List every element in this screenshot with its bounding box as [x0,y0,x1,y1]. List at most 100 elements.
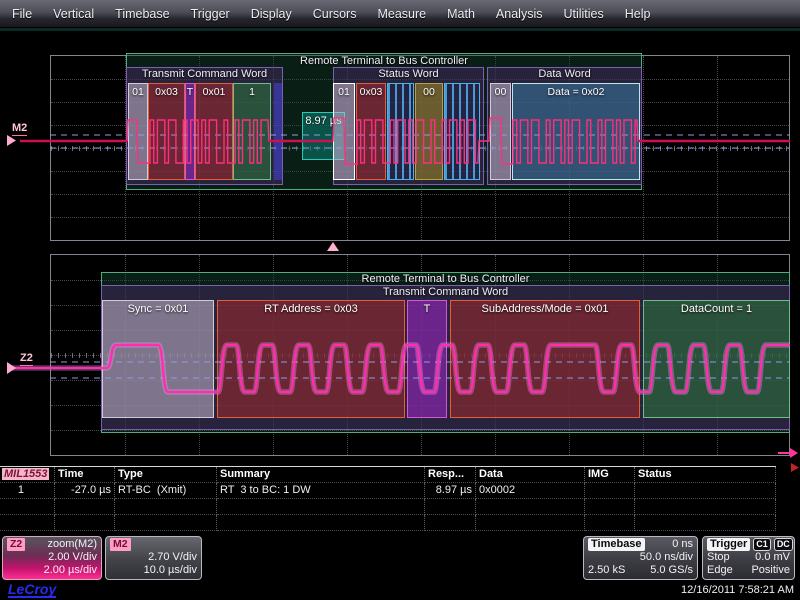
tx-rtaddress-field: 0x03 [148,83,185,180]
tx-tr-field: T [185,83,195,180]
menu-file[interactable]: File [12,7,32,21]
empty-cell [585,515,635,531]
tx-sync-field: 01 [128,83,148,180]
trigger-source-badge: C1 [753,538,771,551]
timebase-box[interactable]: Timebase 0 ns 50.0 ns/div 2.50 kS 5.0 GS… [583,536,698,580]
row1-status[interactable] [635,483,776,499]
zoom-datacount-field: DataCount = 1 [643,300,790,418]
m2-vdiv: 2.70 V/div [148,551,197,564]
lower-message-title: Remote Terminal to Bus Controller [101,273,790,285]
m2-tdiv: 10.0 µs/div [144,564,197,577]
m2-descriptor-box[interactable]: M2 2.70 V/div 10.0 µs/div [105,536,202,580]
table-protocol-header: MIL1553 [0,467,55,483]
empty-cell [0,515,55,531]
menu-bar: File Vertical Timebase Trigger Display C… [0,0,800,28]
z2-vdiv: 2.00 V/div [48,551,97,564]
empty-cell [115,499,217,515]
tx-datacount-field: 1 [233,83,271,180]
z2-tdiv: 2.00 µs/div [44,564,97,577]
timebase-samples: 2.50 kS [588,564,625,577]
zoom-rtaddress-field: RT Address = 0x03 [217,300,405,418]
upper-data-word-title: Data Word [487,68,642,80]
col-type: Type [115,467,217,483]
col-summary: Summary [217,467,425,483]
table-scroll-arrow [791,463,799,472]
row1-type[interactable]: RT-BC (Xmit) [115,483,217,499]
empty-cell [425,499,476,515]
z2-badge: Z2 [7,538,25,551]
tx-subaddress-field: 0x01 [195,83,233,180]
row1-index[interactable]: 1 [0,483,55,499]
trigger-slope: Positive [751,564,790,577]
trigger-kind: Edge [707,564,733,577]
trigger-mode: Stop [707,551,730,564]
m2-trace-label: M2 [12,122,27,136]
trigger-box[interactable]: Trigger C1 DC Stop 0.0 mV Edge Positive [702,536,795,580]
empty-cell [55,515,115,531]
empty-cell [635,499,776,515]
zoom-subaddress-field: SubAddress/Mode = 0x01 [450,300,640,418]
row1-resp[interactable]: 8.97 µs [425,483,476,499]
z2-trace-label: Z2 [20,352,33,366]
trigger-coupling-badge: DC [774,538,793,551]
timebase-delay: 0 ns [672,538,693,551]
upper-status-word-title: Status Word [333,68,484,80]
datetime-stamp: 12/16/2011 7:58:21 AM [681,584,794,596]
empty-cell [217,515,425,531]
menu-analysis[interactable]: Analysis [496,7,543,21]
col-resp: Resp... [425,467,476,483]
upper-tx-word-title: Transmit Command Word [126,68,283,80]
menu-cursors[interactable]: Cursors [313,7,357,21]
status-bits-field-a [387,83,414,180]
tx-end-marker [274,83,282,180]
z2-descriptor-box[interactable]: Z2 zoom(M2) 2.00 V/div 2.00 µs/div [2,536,102,580]
menu-utilities[interactable]: Utilities [563,7,603,21]
z2-source: zoom(M2) [47,538,97,551]
z2-position-marker [7,362,16,374]
col-time: Time [55,467,115,483]
trigger-level: 0.0 mV [755,551,790,564]
status-sync-field: 01 [333,83,355,180]
menu-timebase[interactable]: Timebase [115,7,169,21]
lower-word-title: Transmit Command Word [101,286,790,298]
trigger-title: Trigger [707,538,750,551]
empty-cell [585,499,635,515]
col-img: IMG [585,467,635,483]
col-data: Data [476,467,585,483]
trigger-position-marker[interactable] [327,242,339,251]
menu-vertical[interactable]: Vertical [53,7,94,21]
menu-measure[interactable]: Measure [377,7,426,21]
oscilloscope-screen: File Vertical Timebase Trigger Display C… [0,0,800,600]
status-bits-field-b [444,83,480,180]
menu-math[interactable]: Math [447,7,475,21]
menu-trigger[interactable]: Trigger [191,7,230,21]
timebase-rate: 5.0 GS/s [650,564,693,577]
menu-divider [0,28,800,31]
empty-cell [0,499,55,515]
m2-position-marker [7,135,16,146]
empty-cell [476,499,585,515]
data-sync-field: 00 [490,83,511,180]
m2-badge: M2 [110,538,131,551]
protocol-badge[interactable]: MIL1553 [2,468,49,480]
zoom-tr-field: T [407,300,447,418]
timebase-title: Timebase [588,538,645,551]
menu-help[interactable]: Help [625,7,651,21]
row1-img[interactable] [585,483,635,499]
row1-time[interactable]: -27.0 µs [55,483,115,499]
empty-cell [115,515,217,531]
data-value-field: Data = 0x02 [512,83,640,180]
upper-message-title: Remote Terminal to Bus Controller [126,55,642,67]
zoom-sync-field: Sync = 0x01 [102,300,214,418]
empty-cell [476,515,585,531]
empty-cell [635,515,776,531]
empty-cell [425,515,476,531]
empty-cell [217,499,425,515]
col-status: Status [635,467,776,483]
menu-display[interactable]: Display [251,7,292,21]
timebase-tdiv: 50.0 ns/div [640,551,693,564]
row1-data[interactable]: 0x0002 [476,483,585,499]
row1-summary[interactable]: RT 3 to BC: 1 DW [217,483,425,499]
empty-cell [55,499,115,515]
status-flags-field: 00 [415,83,443,180]
